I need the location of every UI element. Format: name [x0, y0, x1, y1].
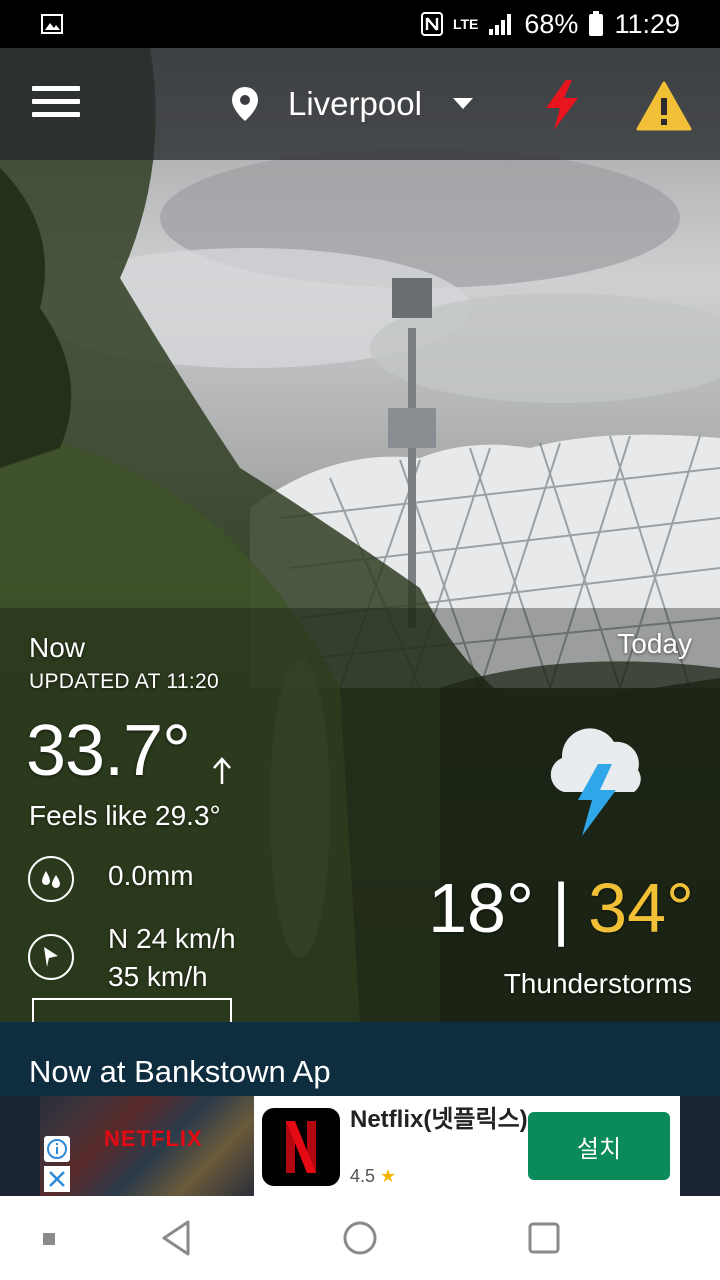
- lte-label: LTE: [452, 16, 479, 32]
- signal-icon: [488, 12, 514, 36]
- updated-time: UPDATED AT 11:20: [29, 670, 219, 693]
- system-navigation-bar: [0, 1196, 720, 1280]
- back-button[interactable]: [158, 1218, 194, 1263]
- ad-app-title[interactable]: Netflix(넷플릭스): [350, 1106, 530, 1134]
- battery-icon: [588, 11, 604, 37]
- star-icon: ★: [380, 1166, 397, 1186]
- max-temperature: 34°: [588, 869, 694, 947]
- ad-banner[interactable]: NETFLIX Netflix(넷플릭스) 4.5 ★ 설치: [0, 1096, 720, 1196]
- forecast-summary: Thunderstorms: [503, 968, 692, 999]
- rainfall-value: 0.0mm: [108, 860, 194, 891]
- section-title: Now at Bankstown Ap: [29, 1054, 331, 1089]
- ad-artwork-text: NETFLIX: [104, 1126, 203, 1151]
- location-pin-icon: [232, 87, 258, 121]
- trend-up-icon: [213, 757, 231, 784]
- feels-like: Feels like 29.3°: [29, 800, 221, 831]
- close-icon: [49, 1171, 65, 1187]
- ad-close-button[interactable]: [44, 1166, 70, 1192]
- netflix-app-icon[interactable]: [262, 1108, 340, 1186]
- warning-icon: [636, 81, 692, 131]
- wind-values: N 24 km/h 35 km/h: [108, 920, 236, 996]
- rain-drops-icon: [28, 856, 74, 902]
- netflix-logo-icon: [286, 1121, 316, 1173]
- info-icon: [47, 1139, 67, 1159]
- min-max-temperature: 18° | 34°: [428, 868, 694, 948]
- menu-icon-bar: [32, 112, 80, 117]
- location-selector[interactable]: Liverpool: [230, 78, 474, 130]
- now-label: Now: [29, 632, 86, 663]
- min-temperature: 18°: [428, 869, 534, 947]
- nfc-icon: [420, 12, 443, 36]
- today-label: Today: [617, 628, 692, 659]
- lightning-icon: [546, 80, 578, 130]
- lightning-tracker-button[interactable]: [540, 78, 584, 132]
- wind-direction-icon: [28, 934, 74, 980]
- wind-speed: N 24 km/h: [108, 923, 236, 954]
- thunderstorm-icon: [550, 728, 641, 836]
- ad-rating: 4.5 ★: [350, 1166, 396, 1187]
- back-icon: [162, 1220, 190, 1256]
- observations-section-header: Now at Bankstown Ap: [0, 1022, 720, 1096]
- nav-dot-button[interactable]: [36, 1226, 62, 1257]
- clock: 11:29: [614, 8, 680, 39]
- recents-icon: [528, 1222, 560, 1254]
- square-dot-icon: [43, 1233, 55, 1245]
- menu-icon-bar: [32, 99, 80, 104]
- home-icon: [343, 1221, 377, 1255]
- warnings-button[interactable]: [636, 80, 692, 132]
- ad-rating-value: 4.5: [350, 1166, 376, 1186]
- home-button[interactable]: [340, 1218, 380, 1263]
- location-name: Liverpool: [288, 85, 422, 122]
- menu-button[interactable]: [32, 86, 80, 122]
- chevron-down-icon: [452, 98, 473, 109]
- ad-edge-right: [680, 1096, 720, 1196]
- install-button[interactable]: 설치: [528, 1112, 670, 1180]
- status-bar: LTE 68% 11:29: [0, 0, 720, 48]
- battery-percent: 68%: [524, 8, 579, 39]
- ad-artwork: NETFLIX: [40, 1096, 254, 1196]
- separator: |: [551, 869, 571, 947]
- gallery-notification-icon: [40, 12, 64, 36]
- menu-icon-bar: [32, 86, 80, 91]
- recents-button[interactable]: [526, 1218, 564, 1263]
- ad-info-button[interactable]: [44, 1136, 70, 1162]
- app-header: Liverpool: [0, 48, 720, 160]
- ad-edge-left: [0, 1096, 40, 1196]
- current-temperature: 33.7°: [26, 711, 191, 791]
- wind-gust: 35 km/h: [108, 961, 208, 992]
